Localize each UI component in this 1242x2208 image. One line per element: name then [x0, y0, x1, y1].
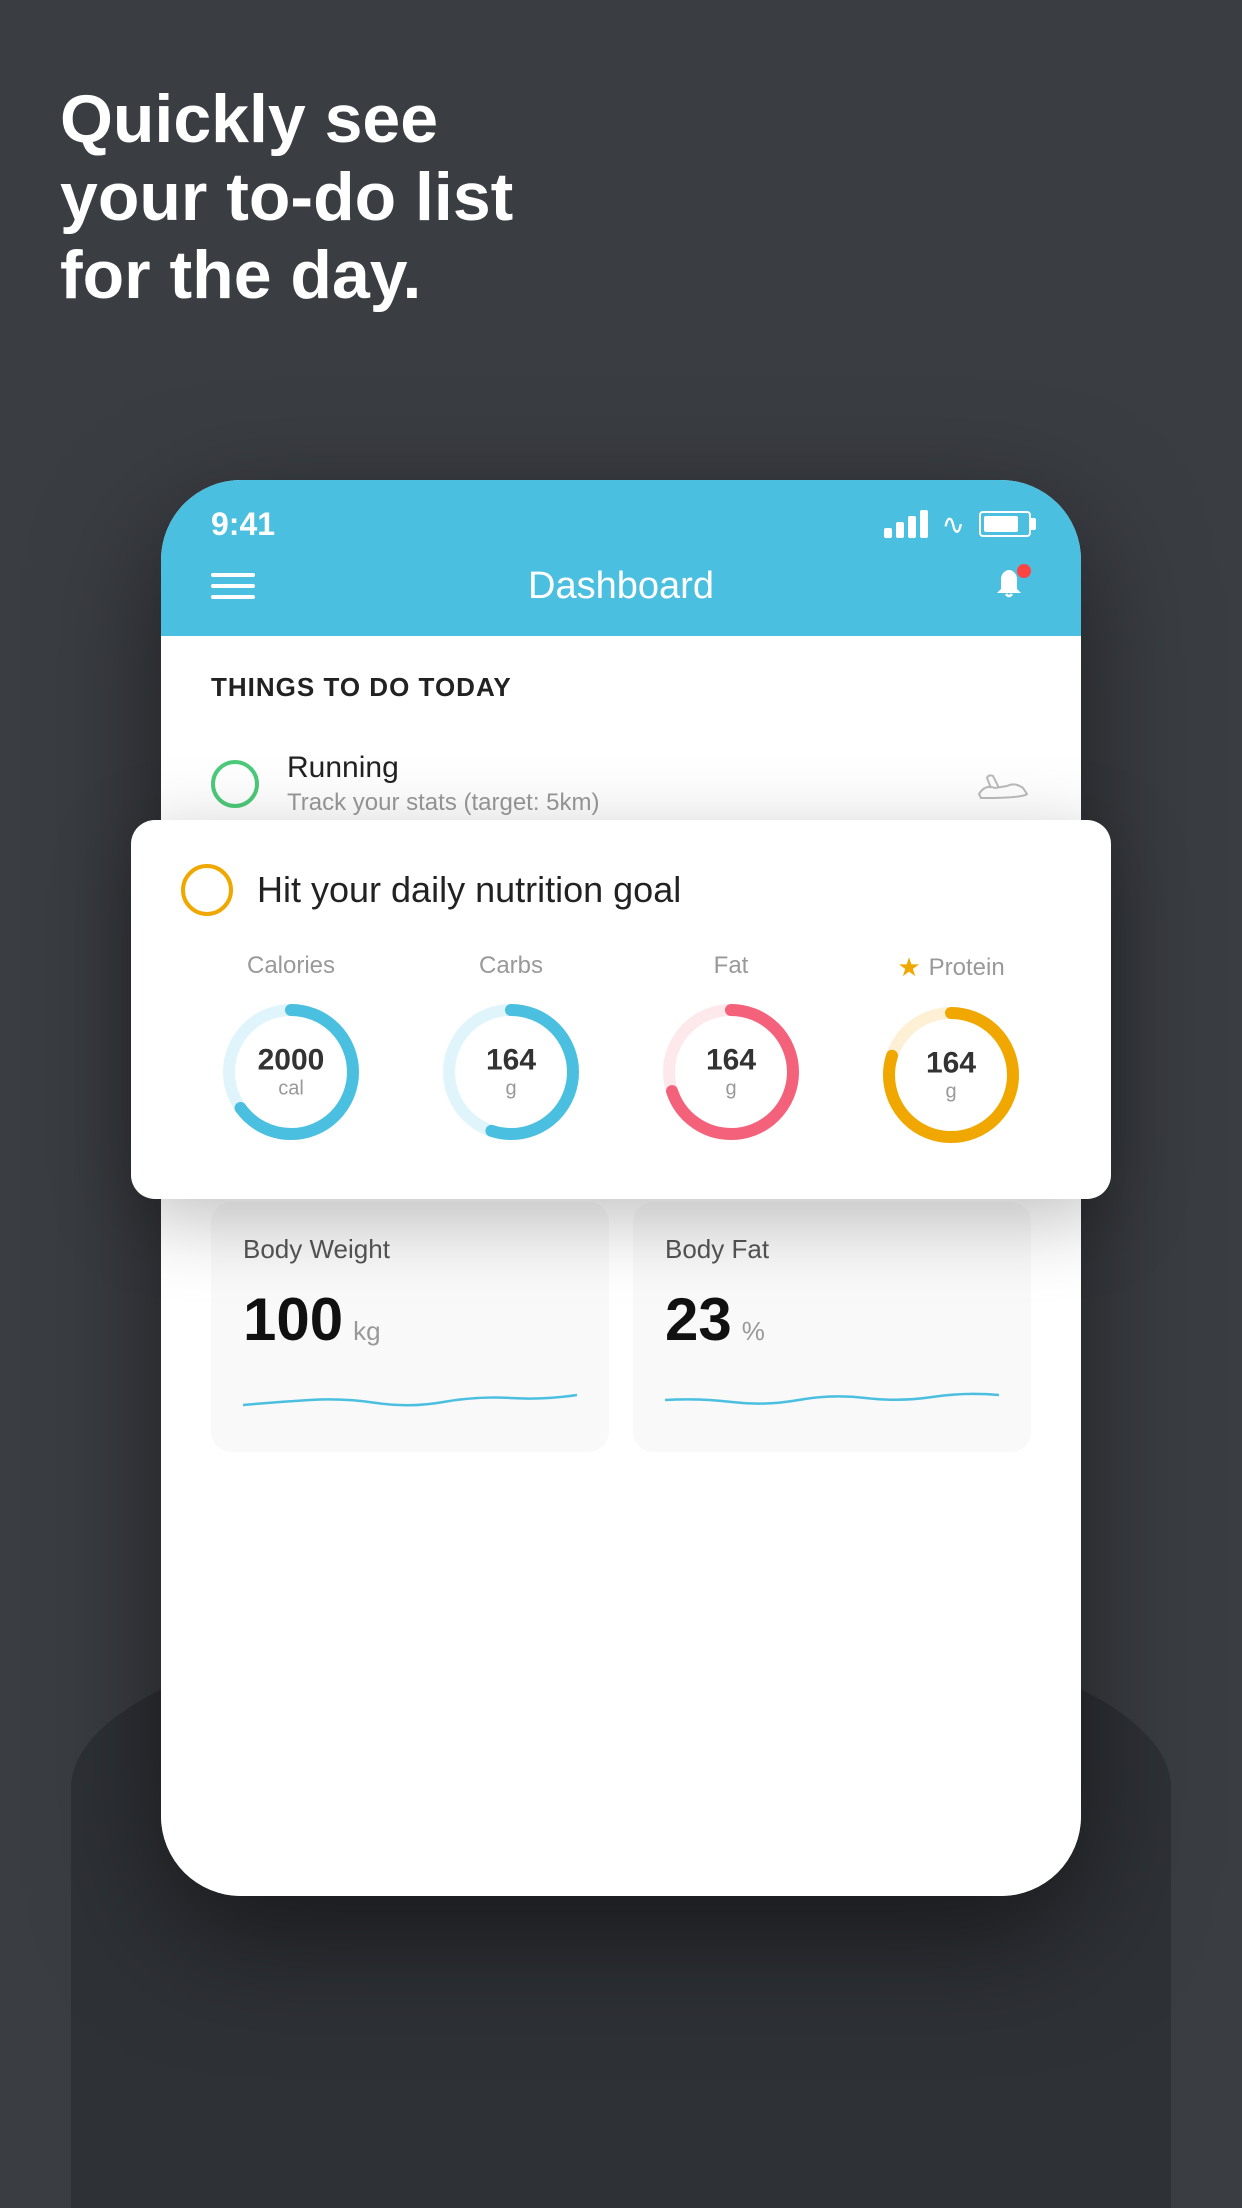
protein-unit: g — [926, 1081, 976, 1104]
nutrition-macros: Calories 2000 cal Carbs — [181, 952, 1061, 1155]
nutrition-title: Hit your daily nutrition goal — [257, 869, 681, 911]
signal-bars-icon — [884, 510, 928, 538]
carbs-value: 164 — [486, 1044, 536, 1078]
calories-unit: cal — [258, 1078, 325, 1101]
body-weight-label: Body Weight — [243, 1234, 577, 1265]
body-weight-number: 100 — [243, 1285, 343, 1354]
todo-subtitle: Track your stats (target: 5km) — [287, 789, 947, 817]
macro-carbs-label: Carbs — [479, 952, 543, 980]
hamburger-line-1 — [211, 573, 255, 577]
fat-ring: 164 g — [651, 992, 811, 1152]
nutrition-checkbox[interactable] — [181, 864, 233, 916]
notification-dot — [1017, 564, 1031, 578]
macro-fat: Fat 164 g — [651, 952, 811, 1152]
status-bar: 9:41 ∿ — [161, 480, 1081, 550]
battery-fill — [984, 516, 1018, 532]
shoe-icon — [975, 756, 1031, 812]
section-header: Things to do today — [161, 636, 1081, 723]
signal-bar-3 — [908, 516, 916, 538]
macro-protein-label: ★ Protein — [897, 952, 1004, 983]
todo-title: Running — [287, 751, 947, 785]
body-weight-chart — [243, 1370, 577, 1420]
status-icons: ∿ — [884, 508, 1031, 541]
status-time: 9:41 — [211, 506, 275, 543]
phone-bottom — [161, 1836, 1081, 1896]
body-fat-value: 23 % — [665, 1285, 999, 1354]
signal-bar-4 — [920, 510, 928, 538]
fat-value: 164 — [706, 1044, 756, 1078]
protein-value: 164 — [926, 1047, 976, 1081]
calories-value: 2000 — [258, 1044, 325, 1078]
fat-ring-center: 164 g — [706, 1044, 756, 1101]
fat-unit: g — [706, 1078, 756, 1101]
wifi-icon: ∿ — [942, 508, 965, 541]
protein-ring-center: 164 g — [926, 1047, 976, 1104]
body-fat-card[interactable]: Body Fat 23 % — [633, 1202, 1031, 1452]
macro-fat-label: Fat — [714, 952, 749, 980]
hamburger-line-3 — [211, 595, 255, 599]
calories-ring: 2000 cal — [211, 992, 371, 1152]
body-fat-chart — [665, 1370, 999, 1420]
todo-circle-running — [211, 760, 259, 808]
body-fat-label: Body Fat — [665, 1234, 999, 1265]
hamburger-line-2 — [211, 584, 255, 588]
todo-text-running: Running Track your stats (target: 5km) — [287, 751, 947, 817]
macro-calories: Calories 2000 cal — [211, 952, 371, 1152]
signal-bar-1 — [884, 528, 892, 538]
nutrition-card: Hit your daily nutrition goal Calories 2… — [131, 820, 1111, 1199]
macro-carbs: Carbs 164 g — [431, 952, 591, 1152]
protein-ring: 164 g — [871, 995, 1031, 1155]
macro-calories-label: Calories — [247, 952, 335, 980]
notification-bell-button[interactable] — [987, 564, 1031, 608]
calories-ring-center: 2000 cal — [258, 1044, 325, 1101]
carbs-ring-center: 164 g — [486, 1044, 536, 1101]
progress-cards: Body Weight 100 kg Body Fat 23 — [211, 1202, 1031, 1452]
carbs-ring: 164 g — [431, 992, 591, 1152]
carbs-unit: g — [486, 1078, 536, 1101]
header-title: Dashboard — [528, 565, 714, 608]
body-weight-card[interactable]: Body Weight 100 kg — [211, 1202, 609, 1452]
body-weight-unit: kg — [353, 1316, 380, 1347]
battery-icon — [979, 511, 1031, 537]
star-icon: ★ — [897, 952, 920, 983]
app-header: Dashboard — [161, 550, 1081, 636]
nutrition-card-header: Hit your daily nutrition goal — [181, 864, 1061, 916]
body-fat-unit: % — [742, 1316, 765, 1347]
app-content: Things to do today Running Track your st… — [161, 636, 1081, 1836]
hero-text: Quickly see your to-do list for the day. — [60, 80, 513, 315]
macro-protein: ★ Protein 164 g — [871, 952, 1031, 1155]
body-fat-number: 23 — [665, 1285, 732, 1354]
body-weight-value: 100 kg — [243, 1285, 577, 1354]
signal-bar-2 — [896, 522, 904, 538]
hamburger-menu-button[interactable] — [211, 573, 255, 599]
